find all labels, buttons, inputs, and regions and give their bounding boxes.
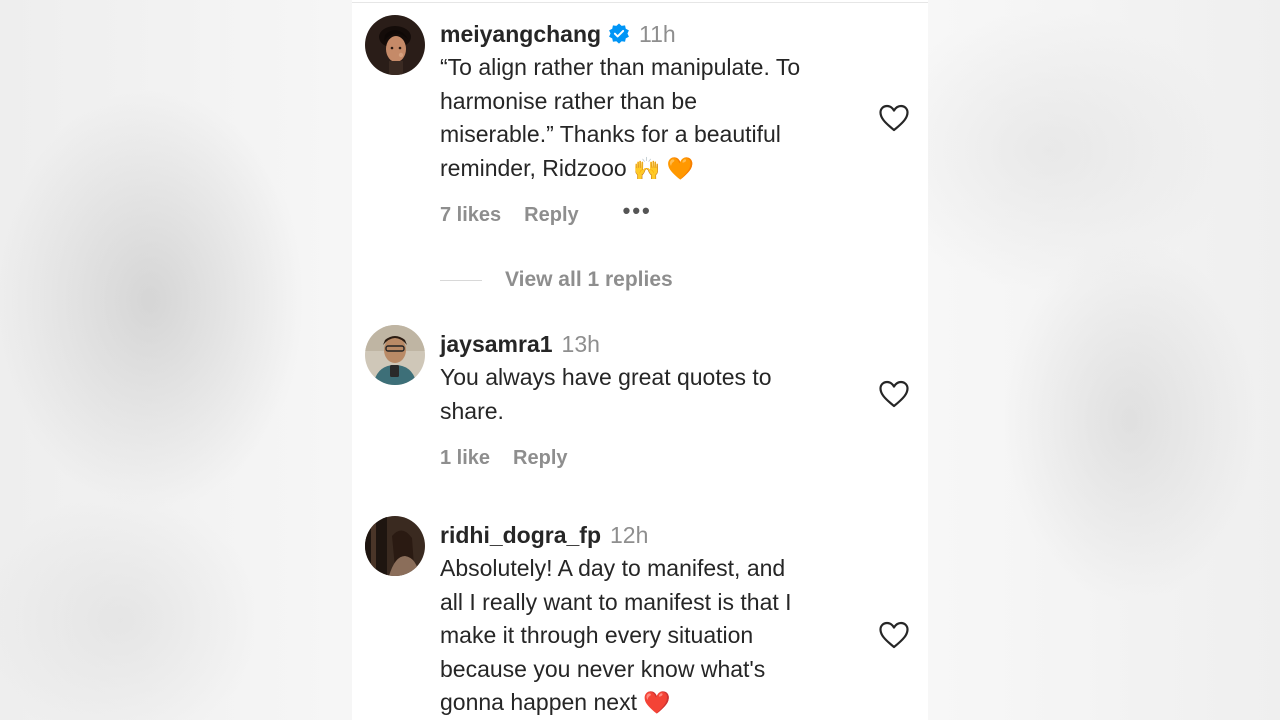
timestamp: 11h: [639, 20, 676, 47]
timestamp: 12h: [610, 521, 649, 548]
avatar[interactable]: [365, 15, 425, 75]
likes-count[interactable]: 7 likes: [440, 204, 501, 227]
comment-actions: 1 like Reply: [440, 447, 870, 470]
avatar[interactable]: [365, 516, 425, 576]
more-options-icon[interactable]: •••: [623, 198, 652, 224]
comment-text: You always have great quotes to share.: [440, 364, 772, 424]
verified-badge-icon: [608, 23, 630, 45]
comment-body: meiyangchang 11h “To align rather than m…: [440, 17, 870, 228]
reply-button[interactable]: Reply: [524, 204, 578, 227]
comment-text-content: “To align rather than manipulate. To har…: [440, 54, 801, 181]
timestamp: 13h: [561, 330, 600, 357]
view-replies-label[interactable]: View all 1 replies: [505, 268, 673, 292]
view-replies-button[interactable]: View all 1 replies: [440, 266, 673, 294]
raising-hands-emoji: 🙌: [633, 155, 661, 181]
username[interactable]: jaysamra1: [440, 331, 553, 358]
comment-text-content: Absolutely! A day to manifest, and all I…: [440, 555, 792, 715]
orange-heart-emoji: 🧡: [666, 155, 695, 181]
comment-body: ridhi_dogra_fp 12h Absolutely! A day to …: [440, 518, 870, 720]
divider: [352, 2, 928, 3]
comment-text: “To align rather than manipulate. To har…: [440, 51, 870, 185]
comment-actions: 7 likes Reply •••: [440, 198, 870, 228]
heart-outline-icon[interactable]: [878, 103, 910, 133]
heart-outline-icon[interactable]: [878, 620, 910, 650]
comment-text: Absolutely! A day to manifest, and all I…: [440, 552, 870, 720]
reply-button[interactable]: Reply: [513, 447, 567, 470]
comments-panel: meiyangchang 11h “To align rather than m…: [352, 0, 928, 720]
username[interactable]: ridhi_dogra_fp: [440, 522, 601, 549]
likes-count[interactable]: 1 like: [440, 447, 490, 470]
username[interactable]: meiyangchang: [440, 21, 601, 48]
comment-header: ridhi_dogra_fp 12h: [440, 518, 870, 552]
comment-header: meiyangchang 11h: [440, 17, 870, 51]
replies-divider: [440, 279, 482, 281]
heart-outline-icon[interactable]: [878, 379, 910, 409]
comment-body: jaysamra1 13h You always have great quot…: [440, 327, 870, 470]
red-heart-emoji: ❤️: [643, 690, 671, 715]
avatar[interactable]: [365, 325, 425, 385]
comment-header: jaysamra1 13h: [440, 327, 870, 361]
